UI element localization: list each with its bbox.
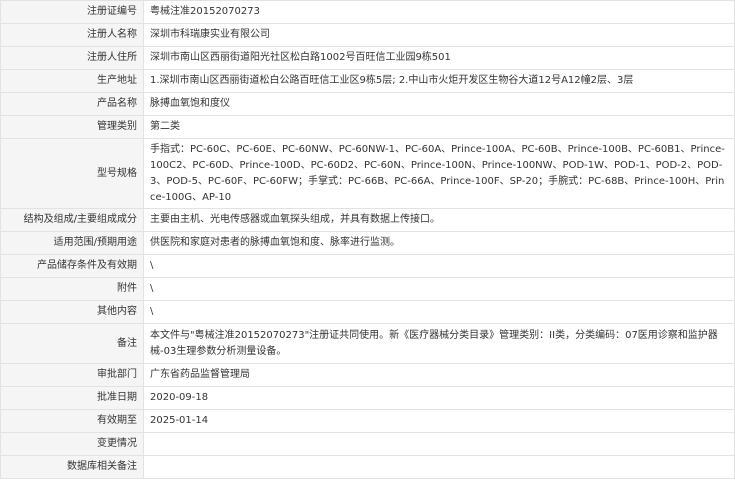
label-registrant-address: 注册人住所 — [0, 46, 144, 70]
row-remarks: 备注 本文件与"粤械注准20152070273"注册证共同使用。新《医疗器械分类… — [0, 323, 735, 364]
value-model-spec: 手指式：PC-60C、PC-60E、PC-60NW、PC-60NW-1、PC-6… — [150, 143, 725, 203]
row-other-content: 其他内容 \ — [0, 300, 735, 324]
row-change-status: 变更情况 — [0, 432, 735, 456]
label-registration-number: 注册证编号 — [0, 0, 144, 24]
value-registrant-name: 深圳市科瑞康实业有限公司 — [150, 29, 270, 40]
value-production-address: 1.深圳市南山区西丽街道松白公路百旺信工业区9栋5层; 2.中山市火炬开发区生物… — [150, 75, 634, 86]
value-approval-date: 2020-09-18 — [150, 392, 209, 403]
label-storage-validity: 产品储存条件及有效期 — [0, 254, 144, 278]
row-attachment: 附件 \ — [0, 277, 735, 301]
label-intended-use: 适用范围/预期用途 — [0, 231, 144, 255]
row-management-category: 管理类别 第二类 — [0, 115, 735, 139]
value-attachment: \ — [150, 283, 154, 294]
label-management-category: 管理类别 — [0, 115, 144, 139]
row-registrant-name: 注册人名称 深圳市科瑞康实业有限公司 — [0, 23, 735, 47]
row-approval-date: 批准日期 2020-09-18 — [0, 386, 735, 410]
value-storage-validity: \ — [150, 260, 154, 271]
value-approval-department: 广东省药品监督管理局 — [150, 369, 250, 380]
label-database-remarks: 数据库相关备注 — [0, 455, 144, 479]
row-structure-composition: 结构及组成/主要组成成分 主要由主机、光电传感器或血氧探头组成，并具有数据上传接… — [0, 208, 735, 232]
value-remarks: 本文件与"粤械注准20152070273"注册证共同使用。新《医疗器械分类目录》… — [150, 329, 718, 357]
label-change-status: 变更情况 — [0, 432, 144, 456]
registration-table: 注册证编号 粤械注准20152070273 注册人名称 深圳市科瑞康实业有限公司… — [0, 0, 735, 479]
row-production-address: 生产地址 1.深圳市南山区西丽街道松白公路百旺信工业区9栋5层; 2.中山市火炬… — [0, 69, 735, 93]
row-registrant-address: 注册人住所 深圳市南山区西丽街道阳光社区松白路1002号百旺信工业园9栋501 — [0, 46, 735, 70]
value-structure-composition: 主要由主机、光电传感器或血氧探头组成，并具有数据上传接口。 — [150, 214, 440, 225]
row-database-remarks: 数据库相关备注 — [0, 455, 735, 479]
row-approval-department: 审批部门 广东省药品监督管理局 — [0, 363, 735, 387]
value-product-name: 脉搏血氧饱和度仪 — [150, 98, 230, 109]
label-production-address: 生产地址 — [0, 69, 144, 93]
label-remarks: 备注 — [0, 323, 144, 364]
row-storage-validity: 产品储存条件及有效期 \ — [0, 254, 735, 278]
row-intended-use: 适用范围/预期用途 供医院和家庭对患者的脉搏血氧饱和度、脉率进行监测。 — [0, 231, 735, 255]
row-valid-until: 有效期至 2025-01-14 — [0, 409, 735, 433]
value-intended-use: 供医院和家庭对患者的脉搏血氧饱和度、脉率进行监测。 — [150, 237, 400, 248]
label-product-name: 产品名称 — [0, 92, 144, 116]
row-product-name: 产品名称 脉搏血氧饱和度仪 — [0, 92, 735, 116]
label-model-spec: 型号规格 — [0, 138, 144, 209]
row-model-spec: 型号规格 手指式：PC-60C、PC-60E、PC-60NW、PC-60NW-1… — [0, 138, 735, 209]
label-other-content: 其他内容 — [0, 300, 144, 324]
label-registrant-name: 注册人名称 — [0, 23, 144, 47]
value-registrant-address: 深圳市南山区西丽街道阳光社区松白路1002号百旺信工业园9栋501 — [150, 52, 451, 63]
label-attachment: 附件 — [0, 277, 144, 301]
label-structure-composition: 结构及组成/主要组成成分 — [0, 208, 144, 232]
value-registration-number: 粤械注准20152070273 — [150, 6, 260, 17]
label-approval-department: 审批部门 — [0, 363, 144, 387]
value-other-content: \ — [150, 306, 154, 317]
label-valid-until: 有效期至 — [0, 409, 144, 433]
value-valid-until: 2025-01-14 — [150, 415, 209, 426]
value-management-category: 第二类 — [150, 121, 180, 132]
label-approval-date: 批准日期 — [0, 386, 144, 410]
row-registration-number: 注册证编号 粤械注准20152070273 — [0, 0, 735, 24]
